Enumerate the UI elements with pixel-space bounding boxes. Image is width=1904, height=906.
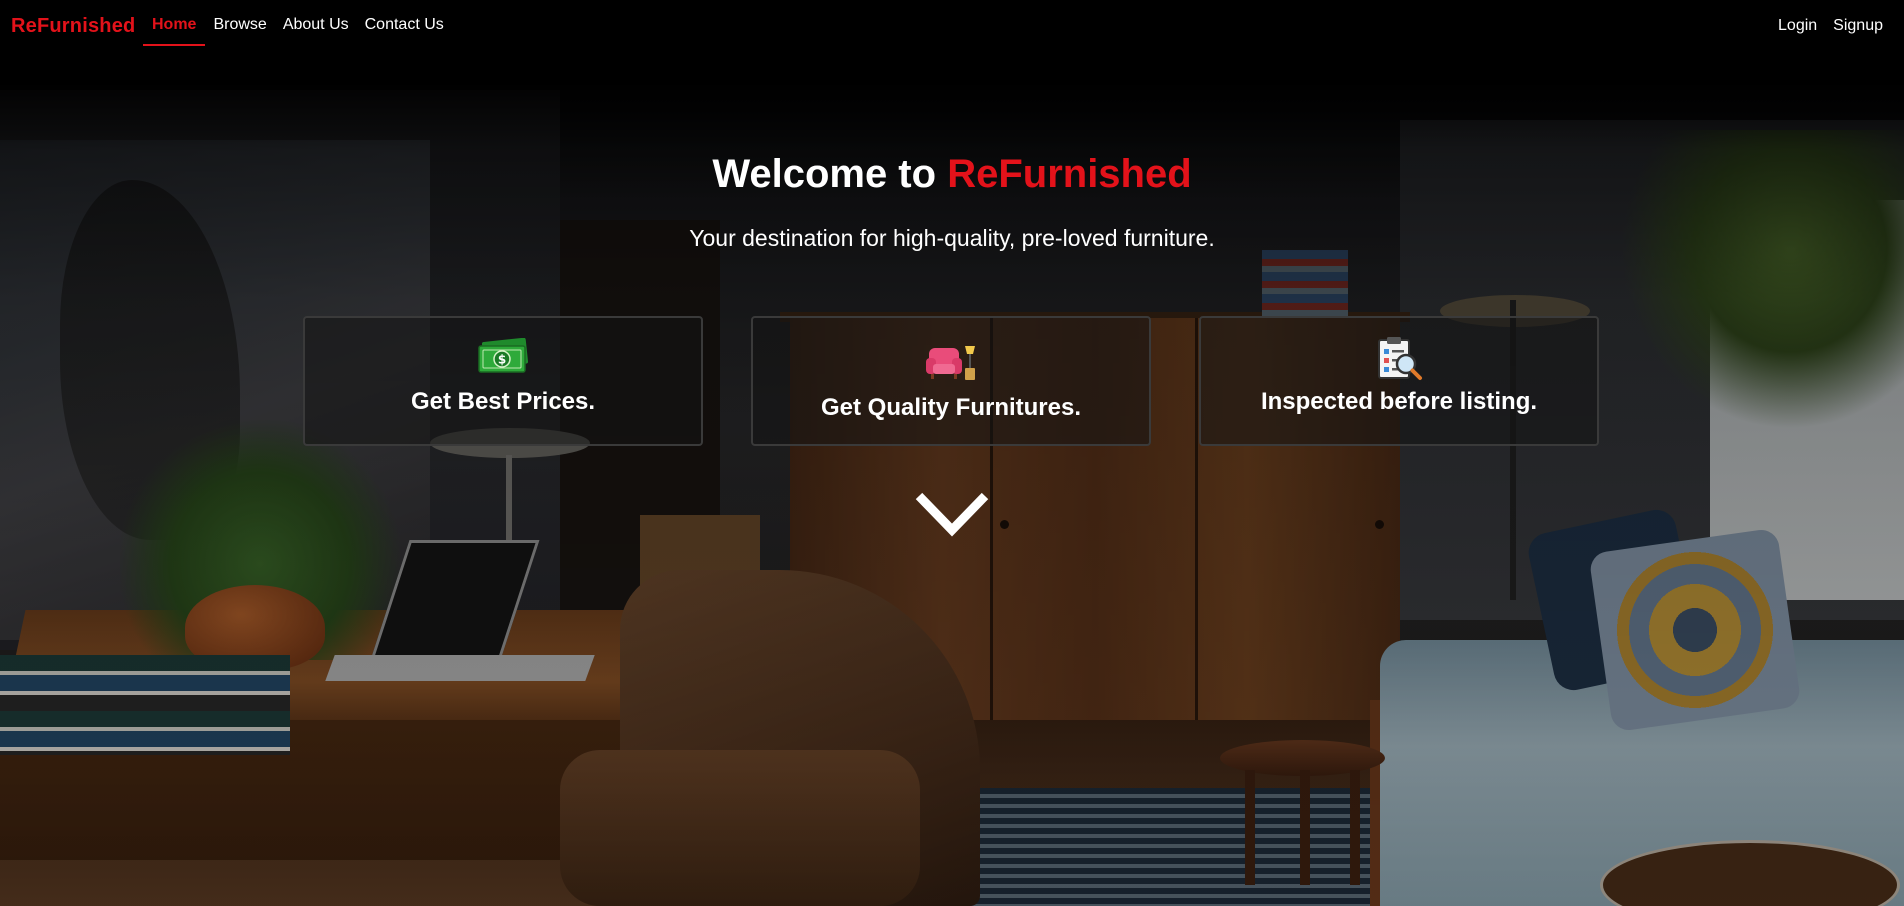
svg-text:$: $ [498,353,506,367]
hero-title-prefix: Welcome to [712,152,948,196]
feature-label-quality: Get Quality Furnitures. [820,394,1082,421]
nav-link-browse[interactable]: Browse [205,0,274,48]
nav-links: Home Browse About Us Contact Us [143,0,452,48]
navbar: ReFurnished Home Browse About Us Contact… [0,0,1904,48]
feature-card-inspected: Inspected before listing. [1199,316,1599,446]
feature-card-quality: Get Quality Furnitures. [751,316,1151,446]
auth-links: Login Signup [1778,17,1883,35]
hero-title-brand: ReFurnished [947,152,1192,196]
money-icon: $ [305,338,701,376]
login-link[interactable]: Login [1778,17,1817,35]
hero-title: Welcome to ReFurnished [0,152,1904,197]
inspection-clipboard-icon [1201,336,1597,382]
feature-label-prices: Get Best Prices. [410,388,596,415]
feature-card-prices: $ Get Best Prices. [303,316,703,446]
hero-subtitle: Your destination for high-quality, pre-l… [689,225,1215,251]
signup-link[interactable]: Signup [1833,17,1883,35]
nav-link-about[interactable]: About Us [275,0,357,48]
brand-logo[interactable]: ReFurnished [11,15,135,38]
chevron-down-icon[interactable] [913,490,991,543]
nav-link-contact[interactable]: Contact Us [357,0,452,48]
feature-label-inspected: Inspected before listing. [1260,388,1538,415]
nav-link-home[interactable]: Home [143,0,206,46]
armchair-lamp-icon [753,342,1149,382]
hero-background-image [0,0,1904,906]
